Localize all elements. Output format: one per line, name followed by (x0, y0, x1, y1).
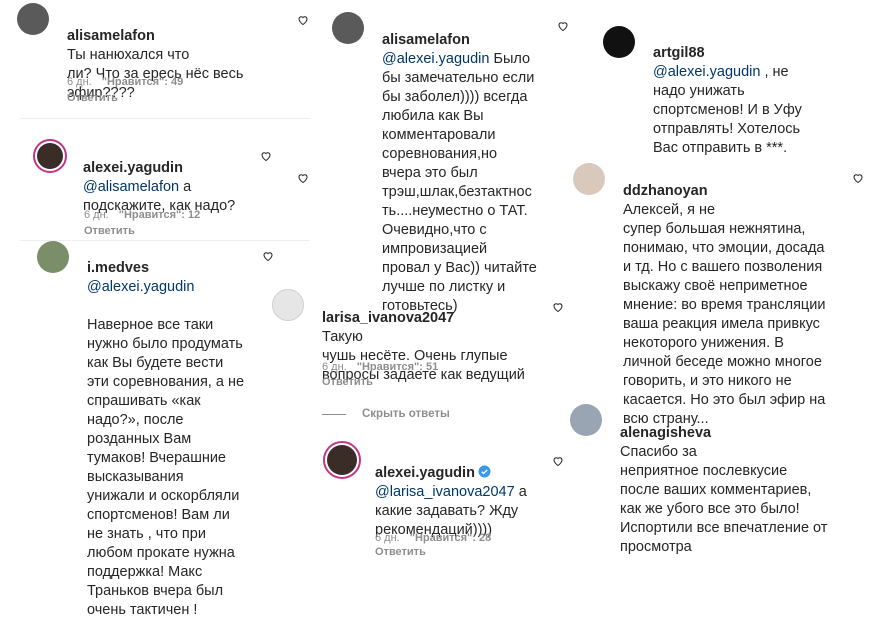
comment-text: Такую чушь несёте. Очень глупые вопросы … (322, 329, 525, 383)
avatar[interactable] (332, 12, 364, 44)
mention-link[interactable]: @alexei.yagudin (87, 279, 194, 295)
username[interactable]: alisamelafon (67, 28, 155, 44)
username[interactable]: alexei.yagudin (375, 465, 475, 481)
heart-icon[interactable] (262, 250, 274, 262)
username[interactable]: ddzhanoyan (623, 183, 708, 199)
username[interactable]: larisa_ivanova2047 (322, 310, 454, 326)
likes-count[interactable]: "Нравится": 28 (410, 532, 491, 544)
heart-icon[interactable] (297, 14, 309, 26)
verified-badge-icon (478, 465, 491, 478)
avatar[interactable] (573, 163, 605, 195)
username[interactable]: alexei.yagudin (83, 160, 183, 176)
reply-button[interactable]: Ответить (375, 546, 426, 558)
comment-meta: 6 дн. "Нравится": 49 (67, 76, 184, 88)
reply-button[interactable]: Ответить (84, 225, 135, 237)
hide-replies-button[interactable]: Скрыть ответы (362, 408, 450, 420)
heart-icon[interactable] (852, 172, 864, 184)
heart-icon[interactable] (552, 455, 564, 467)
divider-line (322, 414, 346, 415)
comment-meta: 6 дн. "Нравится": 12 (84, 209, 201, 221)
avatar[interactable] (323, 441, 361, 479)
comment-text: Алексей, я не супер большая нежнятина, п… (623, 202, 826, 427)
avatar[interactable] (272, 289, 304, 321)
comment-meta: 6 дн. "Нравится": 51 (322, 361, 439, 373)
likes-count[interactable]: "Нравится": 51 (357, 361, 438, 373)
heart-icon[interactable] (552, 301, 564, 313)
comment-text: Наверное все таки нужно было продумать к… (87, 317, 245, 618)
reply-button[interactable]: Ответить (67, 92, 118, 104)
comment-text: Было бы замечательно если бы заболел))))… (382, 51, 537, 314)
comment-text: Спасибо за неприятное послевкусие после … (620, 444, 828, 555)
avatar[interactable] (37, 241, 69, 273)
username[interactable]: alenagisheva (620, 425, 711, 441)
heart-icon[interactable] (557, 20, 569, 32)
username[interactable]: i.medves (87, 260, 149, 276)
comment-meta: 6 дн. "Нравится": 28 (375, 532, 492, 544)
mention-link[interactable]: @alexei.yagudin (653, 64, 760, 80)
likes-count[interactable]: "Нравится": 12 (119, 209, 200, 221)
avatar[interactable] (603, 26, 635, 58)
avatar[interactable] (33, 139, 67, 173)
heart-icon[interactable] (260, 150, 272, 162)
avatar[interactable] (17, 3, 49, 35)
heart-icon[interactable] (297, 172, 309, 184)
likes-count[interactable]: "Нравится": 49 (102, 76, 183, 88)
username[interactable]: artgil88 (653, 45, 705, 61)
username[interactable]: alisamelafon (382, 32, 470, 48)
mention-link[interactable]: @larisa_ivanova2047 (375, 484, 515, 500)
mention-link[interactable]: @alexei.yagudin (382, 51, 489, 67)
avatar[interactable] (570, 404, 602, 436)
mention-link[interactable]: @alisamelafon (83, 179, 179, 195)
reply-button[interactable]: Ответить (322, 376, 373, 388)
divider (20, 118, 310, 119)
